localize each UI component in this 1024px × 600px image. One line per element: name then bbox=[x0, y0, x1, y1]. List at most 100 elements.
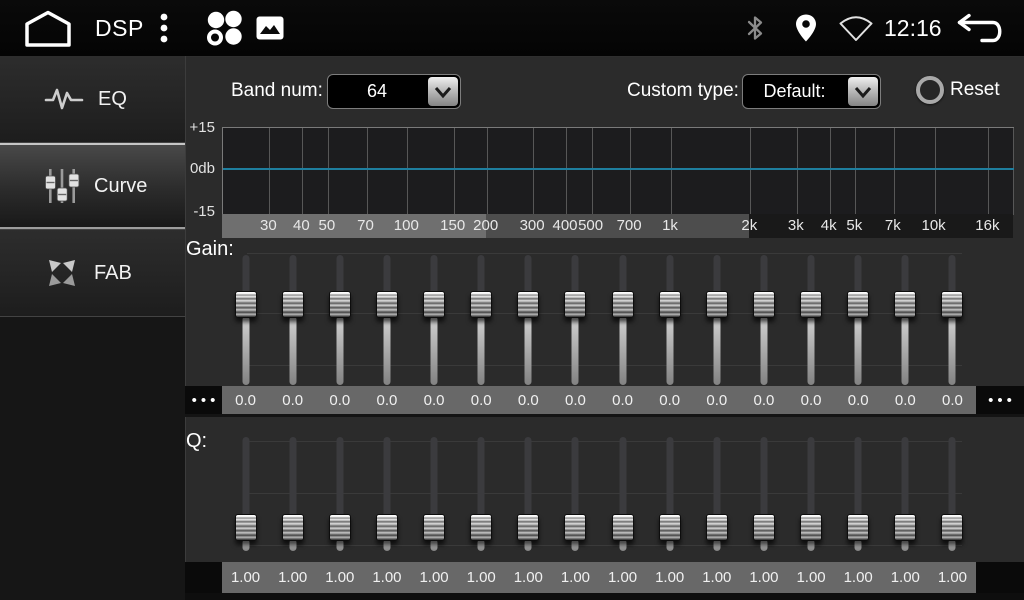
q-slider[interactable] bbox=[411, 437, 458, 557]
gain-slider[interactable] bbox=[458, 250, 505, 388]
slider-thumb[interactable] bbox=[706, 291, 728, 318]
slider-track-upper bbox=[431, 437, 438, 519]
gain-slider[interactable] bbox=[788, 250, 835, 388]
home-button[interactable] bbox=[22, 0, 74, 56]
custom-type-select[interactable]: Default: bbox=[742, 74, 881, 109]
gain-slider[interactable] bbox=[740, 250, 787, 388]
band-num-select[interactable]: 64 bbox=[327, 74, 461, 109]
gain-slider[interactable] bbox=[929, 250, 976, 388]
slider-thumb[interactable] bbox=[941, 514, 963, 541]
freq-tick-label: 500 bbox=[578, 217, 603, 234]
section-separator bbox=[185, 414, 1024, 417]
band-num-dropdown-button[interactable] bbox=[428, 77, 458, 106]
slider-thumb[interactable] bbox=[941, 291, 963, 318]
slider-thumb[interactable] bbox=[376, 514, 398, 541]
slider-thumb[interactable] bbox=[329, 291, 351, 318]
q-slider[interactable] bbox=[505, 437, 552, 557]
slider-track-upper bbox=[855, 437, 862, 519]
slider-thumb[interactable] bbox=[423, 514, 445, 541]
gain-slider[interactable] bbox=[552, 250, 599, 388]
slider-thumb[interactable] bbox=[564, 514, 586, 541]
band-num-value: 64 bbox=[328, 81, 426, 102]
gain-slider[interactable] bbox=[646, 250, 693, 388]
bluetooth-icon bbox=[744, 13, 766, 43]
q-slider[interactable] bbox=[646, 437, 693, 557]
slider-track-upper bbox=[760, 437, 767, 519]
slider-thumb[interactable] bbox=[517, 514, 539, 541]
slider-thumb[interactable] bbox=[753, 514, 775, 541]
q-value: 1.00 bbox=[363, 562, 410, 593]
slider-thumb[interactable] bbox=[470, 514, 492, 541]
q-scroll-right-button[interactable] bbox=[976, 562, 1024, 593]
grid-line-150 bbox=[454, 128, 455, 215]
slider-thumb[interactable] bbox=[470, 291, 492, 318]
q-slider[interactable] bbox=[552, 437, 599, 557]
back-button[interactable] bbox=[955, 0, 1005, 56]
q-slider[interactable] bbox=[599, 437, 646, 557]
slider-thumb[interactable] bbox=[612, 514, 634, 541]
q-slider[interactable] bbox=[788, 437, 835, 557]
slider-thumb[interactable] bbox=[423, 291, 445, 318]
gallery-button[interactable] bbox=[256, 0, 284, 56]
slider-track-lower bbox=[713, 316, 720, 385]
slider-thumb[interactable] bbox=[894, 514, 916, 541]
q-slider[interactable] bbox=[222, 437, 269, 557]
slider-thumb[interactable] bbox=[659, 291, 681, 318]
slider-thumb[interactable] bbox=[800, 514, 822, 541]
gain-slider[interactable] bbox=[599, 250, 646, 388]
slider-thumb[interactable] bbox=[847, 291, 869, 318]
custom-type-dropdown-button[interactable] bbox=[848, 77, 878, 106]
gain-slider[interactable] bbox=[269, 250, 316, 388]
gain-slider[interactable] bbox=[411, 250, 458, 388]
gain-slider[interactable] bbox=[693, 250, 740, 388]
slider-track-lower bbox=[336, 316, 343, 385]
gain-slider[interactable] bbox=[363, 250, 410, 388]
q-scroll-left-button[interactable] bbox=[185, 562, 222, 593]
q-slider[interactable] bbox=[835, 437, 882, 557]
q-slider[interactable] bbox=[693, 437, 740, 557]
freq-tick-label: 4k bbox=[821, 217, 837, 234]
gain-slider[interactable] bbox=[222, 250, 269, 388]
reset-radio-button[interactable] bbox=[916, 76, 944, 104]
q-slider[interactable] bbox=[882, 437, 929, 557]
gain-slider[interactable] bbox=[882, 250, 929, 388]
grid-line-500 bbox=[592, 128, 593, 215]
slider-thumb[interactable] bbox=[659, 514, 681, 541]
back-arrow-icon bbox=[955, 10, 1005, 46]
slider-thumb[interactable] bbox=[235, 514, 257, 541]
q-value: 1.00 bbox=[835, 562, 882, 593]
plot-right-border bbox=[1013, 128, 1014, 215]
gain-scroll-left-button[interactable]: ••• bbox=[185, 386, 222, 414]
gain-slider[interactable] bbox=[835, 250, 882, 388]
slider-thumb[interactable] bbox=[706, 514, 728, 541]
slider-thumb[interactable] bbox=[612, 291, 634, 318]
sliders-icon bbox=[44, 167, 80, 205]
slider-thumb[interactable] bbox=[517, 291, 539, 318]
q-slider[interactable] bbox=[740, 437, 787, 557]
sidebar-item-fab[interactable]: FAB bbox=[0, 230, 185, 317]
slider-thumb[interactable] bbox=[847, 514, 869, 541]
slider-thumb[interactable] bbox=[282, 291, 304, 318]
gain-slider[interactable] bbox=[505, 250, 552, 388]
slider-track-lower bbox=[855, 316, 862, 385]
slider-thumb[interactable] bbox=[282, 514, 304, 541]
q-slider[interactable] bbox=[363, 437, 410, 557]
slider-thumb[interactable] bbox=[329, 514, 351, 541]
q-slider[interactable] bbox=[458, 437, 505, 557]
waveform-icon bbox=[44, 84, 84, 114]
slider-thumb[interactable] bbox=[894, 291, 916, 318]
kebab-menu-button[interactable] bbox=[158, 0, 170, 56]
slider-thumb[interactable] bbox=[564, 291, 586, 318]
freq-tick-label: 40 bbox=[293, 217, 310, 234]
slider-thumb[interactable] bbox=[235, 291, 257, 318]
gain-slider[interactable] bbox=[316, 250, 363, 388]
slider-thumb[interactable] bbox=[753, 291, 775, 318]
q-slider[interactable] bbox=[316, 437, 363, 557]
freq-tick-label: 3k bbox=[788, 217, 804, 234]
q-slider[interactable] bbox=[269, 437, 316, 557]
slider-thumb[interactable] bbox=[800, 291, 822, 318]
slider-thumb[interactable] bbox=[376, 291, 398, 318]
q-slider[interactable] bbox=[929, 437, 976, 557]
apps-button[interactable] bbox=[205, 0, 243, 56]
gain-scroll-right-button[interactable]: ••• bbox=[976, 386, 1024, 414]
